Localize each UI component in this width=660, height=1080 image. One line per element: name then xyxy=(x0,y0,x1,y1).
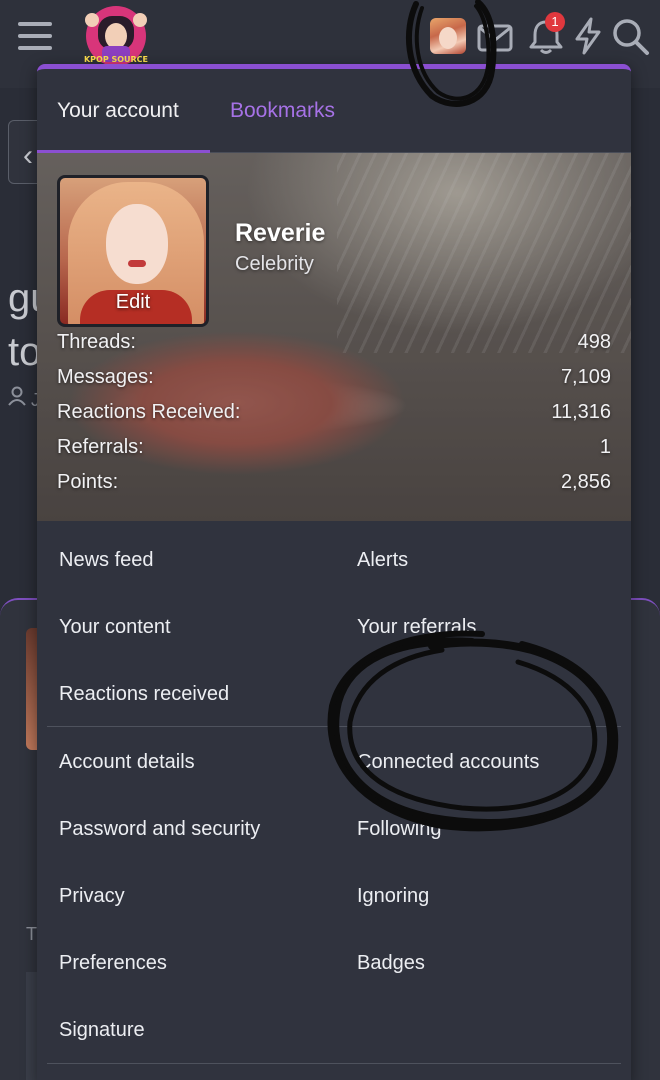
link-following[interactable]: Following xyxy=(357,817,441,841)
tab-your-account[interactable]: Your account xyxy=(37,69,210,153)
link-connected-accounts[interactable]: Connected accounts xyxy=(357,750,539,774)
account-menu-tabs: Your account Bookmarks xyxy=(37,69,631,153)
link-your-referrals[interactable]: Your referrals xyxy=(357,615,476,639)
tab-bookmarks[interactable]: Bookmarks xyxy=(230,69,335,153)
stat-threads[interactable]: Threads: 498 xyxy=(57,331,611,361)
background-post-text: T xyxy=(26,924,37,944)
link-alerts[interactable]: Alerts xyxy=(357,548,408,572)
account-menu: Your account Bookmarks Edit Reverie Cele… xyxy=(37,64,631,1080)
link-news-feed[interactable]: News feed xyxy=(59,548,154,572)
thread-author-meta: J xyxy=(8,386,40,411)
link-account-details[interactable]: Account details xyxy=(59,750,195,774)
envelope-icon[interactable] xyxy=(476,20,514,59)
stat-referrals[interactable]: Referrals: 1 xyxy=(57,436,611,466)
search-icon[interactable] xyxy=(610,16,650,61)
alerts-count-badge: 1 xyxy=(545,12,565,32)
link-badges[interactable]: Badges xyxy=(357,951,425,975)
stat-reactions-received[interactable]: Reactions Received: 11,316 xyxy=(57,401,611,431)
user-avatar-button[interactable] xyxy=(430,18,466,54)
edit-avatar-label[interactable]: Edit xyxy=(60,291,206,314)
link-signature[interactable]: Signature xyxy=(59,1018,145,1042)
menu-divider-bottom xyxy=(47,1063,621,1064)
profile-username[interactable]: Reverie xyxy=(235,219,325,248)
svg-text:KPOP SOURCE: KPOP SOURCE xyxy=(84,55,148,64)
site-logo[interactable]: KPOP SOURCE xyxy=(78,2,154,68)
link-privacy[interactable]: Privacy xyxy=(59,884,125,908)
profile-avatar[interactable]: Edit xyxy=(57,175,209,327)
link-ignoring[interactable]: Ignoring xyxy=(357,884,429,908)
link-your-content[interactable]: Your content xyxy=(59,615,171,639)
profile-user-title: Celebrity xyxy=(235,253,314,275)
profile-banner: Edit Reverie Celebrity Threads: 498 Mess… xyxy=(37,153,631,521)
menu-divider xyxy=(47,726,621,727)
hamburger-menu-icon[interactable] xyxy=(18,22,54,50)
link-preferences[interactable]: Preferences xyxy=(59,951,167,975)
link-reactions-received[interactable]: Reactions received xyxy=(59,682,229,706)
link-password-and-security[interactable]: Password and security xyxy=(59,817,260,841)
lightning-icon[interactable] xyxy=(572,16,604,61)
stat-points[interactable]: Points: 2,856 xyxy=(57,471,611,501)
stat-messages[interactable]: Messages: 7,109 xyxy=(57,366,611,396)
